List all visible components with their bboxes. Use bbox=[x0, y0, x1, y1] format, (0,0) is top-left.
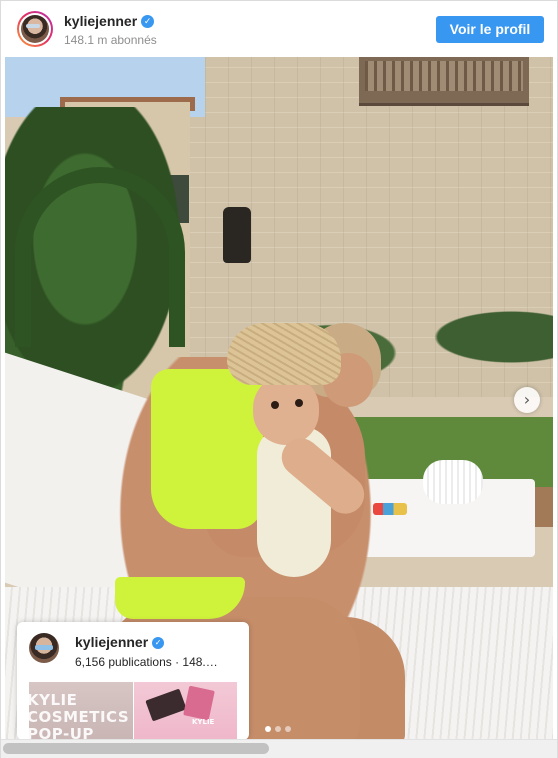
thumbnail-product-box bbox=[145, 688, 187, 722]
photo-bikini-top bbox=[151, 369, 263, 529]
photo-baby-eye bbox=[271, 401, 279, 409]
photo-straw-hat bbox=[227, 323, 341, 385]
carousel-dot-active bbox=[265, 726, 271, 732]
photo-hedge-arch bbox=[15, 167, 185, 347]
photo-rolled-towel bbox=[423, 460, 483, 504]
hovercard-avatar-glasses bbox=[35, 645, 53, 650]
horizontal-scrollbar[interactable] bbox=[1, 739, 557, 758]
profile-hovercard[interactable]: kyliejenner ✓ 6,156 publications · 148.… … bbox=[17, 622, 249, 740]
username-link[interactable]: kyliejenner bbox=[64, 13, 137, 30]
photo-lantern bbox=[223, 207, 251, 263]
chevron-right-icon: › bbox=[523, 390, 531, 409]
carousel-dot bbox=[285, 726, 291, 732]
verified-badge-icon: ✓ bbox=[152, 636, 165, 649]
view-profile-button[interactable]: Voir le profil bbox=[436, 16, 544, 43]
thumbnail-product-box bbox=[183, 685, 215, 721]
avatar-border bbox=[19, 13, 51, 45]
followers-count: 148.1 m abonnés bbox=[64, 33, 157, 47]
photo-bikini-bottom bbox=[115, 577, 245, 619]
carousel-dots bbox=[265, 719, 295, 732]
profile-avatar[interactable] bbox=[17, 11, 53, 47]
thumbnail-text: KYLIE COSMETICS POP-UP TOUR bbox=[29, 691, 130, 741]
carousel-dot bbox=[275, 726, 281, 732]
verified-badge-icon: ✓ bbox=[141, 15, 155, 29]
next-slide-button[interactable]: › bbox=[514, 387, 540, 413]
avatar-image bbox=[21, 15, 49, 43]
photo-baby-eye bbox=[295, 399, 303, 407]
photo-baby-face bbox=[253, 375, 319, 445]
hovercard-stats: 6,156 publications · 148.… bbox=[75, 655, 218, 669]
photo-balcony-rail bbox=[365, 61, 523, 91]
thumbnail-brand-label: KYLIE bbox=[192, 718, 215, 726]
hovercard-user-info: kyliejenner ✓ 6,156 publications · 148.… bbox=[75, 634, 241, 670]
hovercard-thumbnail[interactable]: KYLIE bbox=[134, 682, 237, 740]
instagram-embed: kyliejenner ✓ 148.1 m abonnés Voir le pro… bbox=[0, 0, 558, 758]
hovercard-username[interactable]: kyliejenner bbox=[75, 634, 148, 651]
scrollbar-thumb[interactable] bbox=[3, 743, 269, 754]
hovercard-thumbnail[interactable]: KYLIE COSMETICS POP-UP TOUR bbox=[29, 682, 133, 740]
avatar-glasses bbox=[26, 24, 40, 28]
user-info: kyliejenner ✓ 148.1 m abonnés bbox=[64, 13, 157, 48]
post-header: kyliejenner ✓ 148.1 m abonnés Voir le pro… bbox=[1, 1, 557, 57]
